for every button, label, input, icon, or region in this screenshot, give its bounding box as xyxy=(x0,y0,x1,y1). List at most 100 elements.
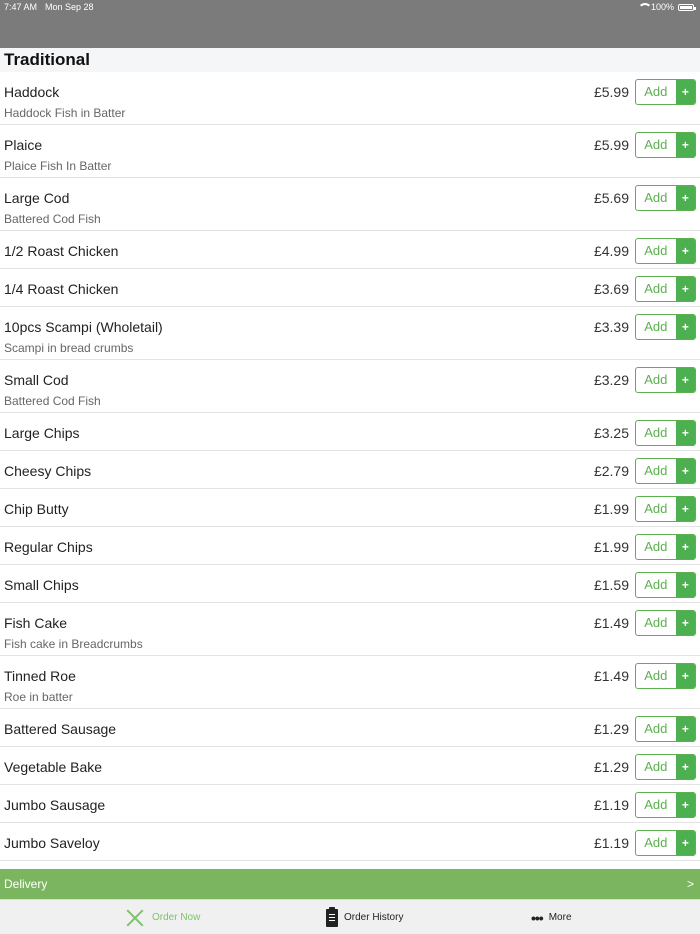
item-price: £1.29 xyxy=(593,721,629,737)
plus-icon: + xyxy=(675,80,695,104)
add-button-label: Add xyxy=(644,463,668,478)
menu-item[interactable]: 10pcs Scampi (Wholetail) Scampi in bread … xyxy=(0,307,700,360)
item-name: Large Cod xyxy=(4,190,70,206)
menu-item[interactable]: Large Cod Battered Cod Fish £5.69 Add + xyxy=(0,178,700,231)
add-button[interactable]: Add + xyxy=(635,572,696,598)
add-button[interactable]: Add + xyxy=(635,420,696,446)
menu-item[interactable]: Small Cod Battered Cod Fish £3.29 Add + xyxy=(0,360,700,413)
menu-item[interactable]: 1/4 Roast Chicken £3.69 Add + xyxy=(0,269,700,307)
add-button-label: Add xyxy=(644,281,668,296)
menu-item[interactable]: Tinned Roe Roe in batter £1.49 Add + xyxy=(0,656,700,709)
add-button[interactable]: Add + xyxy=(635,754,696,780)
item-description: Scampi in bread crumbs xyxy=(4,341,134,355)
item-name: Small Chips xyxy=(4,577,79,593)
item-price: £1.59 xyxy=(593,577,629,593)
item-name: 1/4 Roast Chicken xyxy=(4,281,119,297)
plus-icon: + xyxy=(675,664,695,688)
menu-item[interactable]: Fish Cake Fish cake in Breadcrumbs £1.49 Ad… xyxy=(0,603,700,656)
item-name: Tinned Roe xyxy=(4,668,76,684)
menu-item[interactable]: Haddock Haddock Fish in Batter £5.99 Add + xyxy=(0,72,700,125)
item-name: Jumbo Sausage xyxy=(4,797,106,813)
add-button-label: Add xyxy=(644,137,668,152)
item-price: £1.19 xyxy=(593,797,629,813)
chevron-right-icon: > xyxy=(686,877,694,891)
menu-item[interactable]: Large Chips £3.25 Add + xyxy=(0,413,700,451)
delivery-label: Delivery xyxy=(4,877,48,891)
item-price: £3.29 xyxy=(593,372,629,388)
item-price: £1.99 xyxy=(593,539,629,555)
tab-order-now[interactable]: Order Now xyxy=(124,900,200,934)
tab-bar: Order Now Order History ••• More xyxy=(0,899,700,934)
item-price: £3.69 xyxy=(593,281,629,297)
add-button-label: Add xyxy=(644,319,668,334)
add-button[interactable]: Add + xyxy=(635,276,696,302)
item-name: Large Chips xyxy=(4,425,80,441)
plus-icon: + xyxy=(675,186,695,210)
add-button[interactable]: Add + xyxy=(635,132,696,158)
menu-list[interactable]: Haddock Haddock Fish in Batter £5.99 Add + Pl… xyxy=(0,72,700,868)
add-button[interactable]: Add + xyxy=(635,458,696,484)
more-dots-icon: ••• xyxy=(531,909,544,926)
tab-order-now-label: Order Now xyxy=(152,912,201,923)
item-price: £3.39 xyxy=(593,319,629,335)
menu-item[interactable]: Plaice Plaice Fish In Batter £5.99 Add + xyxy=(0,125,700,178)
menu-item[interactable]: Vegetable Bake £1.29 Add + xyxy=(0,747,700,785)
item-name: 1/2 Roast Chicken xyxy=(4,243,119,259)
tab-order-history-label: Order History xyxy=(344,912,404,923)
plus-icon: + xyxy=(675,793,695,817)
tab-order-history[interactable]: Order History xyxy=(326,900,403,934)
item-price: £1.29 xyxy=(593,759,629,775)
plus-icon: + xyxy=(675,133,695,157)
add-button-label: Add xyxy=(644,425,668,440)
add-button-label: Add xyxy=(644,835,668,850)
add-button[interactable]: Add + xyxy=(635,496,696,522)
battery-icon xyxy=(678,3,696,11)
add-button[interactable]: Add + xyxy=(635,792,696,818)
status-time: 7:47 AM xyxy=(4,2,38,12)
item-name: Chip Butty xyxy=(4,501,69,517)
tab-more[interactable]: ••• More xyxy=(531,900,572,934)
plus-icon: + xyxy=(675,239,695,263)
add-button[interactable]: Add + xyxy=(635,663,696,689)
add-button[interactable]: Add + xyxy=(635,79,696,105)
menu-item[interactable]: Jumbo Saveloy £1.19 Add + xyxy=(0,823,700,861)
add-button[interactable]: Add + xyxy=(635,610,696,636)
battery-percent: 100% xyxy=(650,2,674,12)
add-button-label: Add xyxy=(644,84,668,99)
item-name: Cheesy Chips xyxy=(4,463,92,479)
menu-item[interactable]: Add+ xyxy=(0,861,700,868)
add-button[interactable]: Add + xyxy=(635,314,696,340)
menu-item[interactable]: Small Chips £1.59 Add + xyxy=(0,565,700,603)
add-button[interactable]: Add + xyxy=(635,830,696,856)
menu-item[interactable]: Battered Sausage £1.29 Add + xyxy=(0,709,700,747)
item-name: Haddock xyxy=(4,84,60,100)
add-button[interactable]: Add + xyxy=(635,185,696,211)
add-button[interactable]: Add + xyxy=(635,367,696,393)
menu-item[interactable]: 1/2 Roast Chicken £4.99 Add + xyxy=(0,231,700,269)
menu-item[interactable]: Chip Butty £1.99 Add + xyxy=(0,489,700,527)
delivery-bar[interactable]: Delivery > xyxy=(0,869,700,899)
item-price: £1.49 xyxy=(593,668,629,684)
menu-item[interactable]: Jumbo Sausage £1.19 Add + xyxy=(0,785,700,823)
menu-item[interactable]: Cheesy Chips £2.79 Add + xyxy=(0,451,700,489)
add-button[interactable]: Add + xyxy=(635,716,696,742)
plus-icon: + xyxy=(675,368,695,392)
item-name: 10pcs Scampi (Wholetail) xyxy=(4,319,163,335)
plus-icon: + xyxy=(675,277,695,301)
add-button[interactable]: Add + xyxy=(635,238,696,264)
plus-icon: + xyxy=(675,573,695,597)
item-name: Plaice xyxy=(4,137,43,153)
item-name: Fish Cake xyxy=(4,615,68,631)
status-date: Mon Sep 28 xyxy=(45,2,94,12)
item-price: £4.99 xyxy=(593,243,629,259)
plus-icon: + xyxy=(675,611,695,635)
menu-item[interactable]: Regular Chips £1.99 Add + xyxy=(0,527,700,565)
item-price: £5.69 xyxy=(593,190,629,206)
plus-icon: + xyxy=(675,755,695,779)
add-button-label: Add xyxy=(644,243,668,258)
plus-icon: + xyxy=(675,831,695,855)
add-button-label: Add xyxy=(644,539,668,554)
plus-icon: + xyxy=(675,421,695,445)
status-bar: 7:47 AM Mon Sep 28 100% xyxy=(0,0,700,48)
add-button[interactable]: Add + xyxy=(635,534,696,560)
